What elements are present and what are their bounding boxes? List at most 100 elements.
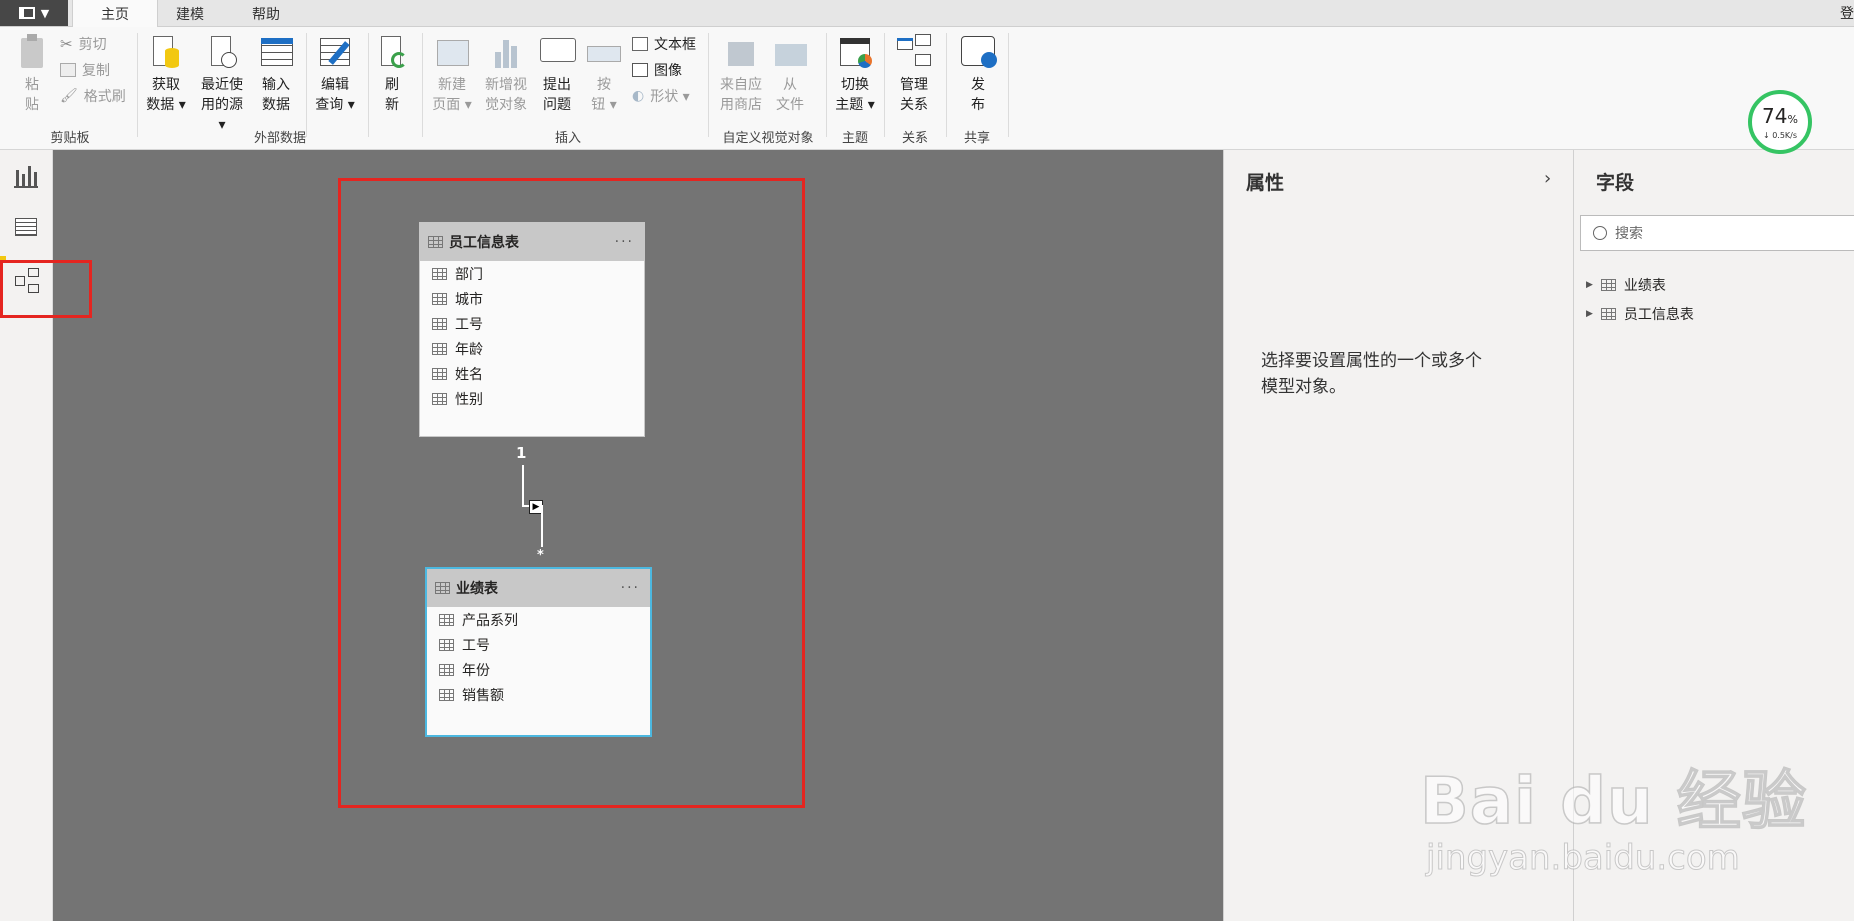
manage-relationships-label-1: 管理: [900, 77, 928, 93]
file-menu-button[interactable]: ▼: [0, 0, 68, 26]
bar-chart-icon: [489, 34, 523, 72]
new-visual-button[interactable]: 新增视 觉对象: [480, 34, 532, 115]
watermark-url: jingyan.baidu.com: [1426, 838, 1741, 879]
ribbon-separator: [946, 33, 947, 137]
enter-data-label-2: 数据: [262, 97, 290, 113]
ribbon-separator: [368, 33, 369, 137]
field-row[interactable]: 部门: [420, 261, 644, 286]
refresh-icon: [375, 34, 409, 72]
relationship-line[interactable]: [522, 465, 524, 507]
field-icon: [432, 267, 447, 280]
table-card-sales[interactable]: 业绩表 ··· 产品系列 工号 年份 销售额: [425, 567, 652, 737]
relationship-line[interactable]: [541, 505, 543, 547]
enter-data-label-1: 输入: [262, 77, 290, 93]
expand-arrow-icon[interactable]: ▶: [1586, 309, 1593, 319]
tab-label: 帮助: [252, 6, 280, 23]
more-options-icon[interactable]: ···: [615, 234, 634, 250]
new-visual-label-2: 觉对象: [485, 97, 527, 113]
table-icon: [1600, 279, 1616, 291]
format-painter-button[interactable]: 🖌 格式刷: [60, 85, 126, 107]
textbox-label: 文本框: [654, 37, 696, 53]
edit-queries-button[interactable]: 编辑 查询 ▾: [312, 34, 358, 115]
get-data-label-2: 数据 ▾: [146, 97, 186, 113]
store-icon: [724, 34, 758, 72]
from-file-button[interactable]: 从 文件: [770, 34, 810, 115]
table-card-employee[interactable]: 员工信息表 ··· 部门 城市 工号 年龄 姓名 性别: [419, 222, 645, 437]
group-label-theme: 主题: [841, 131, 868, 146]
get-data-button[interactable]: 获取 数据 ▾: [144, 34, 188, 115]
copy-label: 复制: [82, 63, 110, 79]
model-canvas[interactable]: 员工信息表 ··· 部门 城市 工号 年龄 姓名 性别 1 ▶ * 业绩表 ··· …: [53, 150, 1223, 921]
sign-in-link[interactable]: 登: [1840, 3, 1854, 23]
field-label: 工号: [455, 316, 483, 333]
field-row[interactable]: 工号: [420, 311, 644, 336]
data-view-icon[interactable]: [15, 218, 37, 236]
field-row[interactable]: 销售额: [427, 682, 650, 707]
recent-sources-button[interactable]: 最近使 用的源 ▾: [196, 34, 248, 135]
switch-theme-button[interactable]: 切换 主题 ▾: [832, 34, 878, 115]
publish-button[interactable]: 发 布: [956, 34, 1000, 115]
cut-button[interactable]: ✂ 剪切: [60, 33, 107, 55]
tab-home[interactable]: 主页: [72, 0, 158, 28]
textbox-button[interactable]: 文本框: [632, 33, 696, 55]
field-icon: [439, 688, 454, 701]
field-label: 产品系列: [462, 612, 518, 629]
field-row[interactable]: 工号: [427, 632, 650, 657]
from-store-button[interactable]: 来自应 用商店: [716, 34, 766, 115]
view-switcher-bar: [0, 150, 92, 921]
recent-sources-icon: [205, 34, 239, 72]
field-row[interactable]: 姓名: [420, 361, 644, 386]
field-table-item[interactable]: ▶ 员工信息表: [1586, 304, 1694, 324]
report-view-icon[interactable]: [14, 164, 38, 188]
table-card-header[interactable]: 员工信息表 ···: [420, 223, 644, 261]
button-insert-label-2: 钮 ▾: [591, 97, 617, 113]
group-label-clipboard: 剪贴板: [50, 131, 90, 146]
image-button[interactable]: 图像: [632, 59, 682, 81]
field-table-item[interactable]: ▶ 业绩表: [1586, 275, 1666, 295]
field-table-label: 业绩表: [1623, 278, 1666, 294]
more-options-icon[interactable]: ···: [621, 580, 640, 596]
field-row[interactable]: 城市: [420, 286, 644, 311]
paste-button[interactable]: 粘 贴: [12, 34, 52, 115]
copy-button[interactable]: 复制: [60, 59, 110, 81]
cardinality-one-label: 1: [516, 444, 527, 462]
field-row[interactable]: 产品系列: [427, 607, 650, 632]
button-insert-button[interactable]: 按 钮 ▾: [584, 34, 624, 115]
expand-arrow-icon[interactable]: ▶: [1586, 280, 1593, 290]
switch-theme-label-2: 主题 ▾: [835, 97, 875, 113]
refresh-button[interactable]: 刷 新: [374, 34, 410, 115]
relationships-icon: [897, 34, 931, 72]
from-file-label-1: 从: [783, 77, 797, 93]
properties-title: 属性: [1246, 172, 1285, 194]
network-speed-widget[interactable]: 74% ↓ 0.5K/s: [1748, 90, 1812, 154]
chevron-down-icon: ▼: [40, 6, 50, 20]
enter-data-button[interactable]: 输入 数据: [256, 34, 296, 115]
field-row[interactable]: 年龄: [420, 336, 644, 361]
textbox-icon: [632, 37, 648, 51]
collapse-chevron-icon[interactable]: ›: [1544, 168, 1551, 189]
tab-modeling[interactable]: 建模: [158, 0, 222, 27]
copy-icon: [60, 63, 76, 77]
table-icon: [259, 34, 293, 72]
tab-help[interactable]: 帮助: [234, 0, 298, 27]
search-input[interactable]: 搜索: [1580, 215, 1854, 251]
paste-label-1: 粘: [25, 77, 39, 93]
shapes-button[interactable]: ◐ 形状 ▾: [632, 85, 690, 107]
highlight-box-model-view: [0, 260, 92, 318]
table-icon: [435, 582, 450, 594]
edit-queries-icon: [318, 34, 352, 72]
manage-relationships-button[interactable]: 管理 关系: [892, 34, 936, 115]
brush-icon: 🖌: [60, 88, 78, 104]
field-row[interactable]: 性别: [420, 386, 644, 411]
speed-rate: ↓ 0.5K/s: [1762, 130, 1798, 140]
ask-question-button[interactable]: 提出 问题: [536, 34, 578, 115]
new-page-button[interactable]: 新建 页面 ▾: [430, 34, 474, 115]
search-placeholder: 搜索: [1615, 226, 1643, 242]
properties-message: 选择要设置属性的一个或多个 模型对象。: [1261, 351, 1482, 397]
field-row[interactable]: 年份: [427, 657, 650, 682]
theme-icon: [838, 34, 872, 72]
table-name: 员工信息表: [449, 235, 519, 251]
field-label: 年龄: [455, 341, 483, 358]
table-card-header[interactable]: 业绩表 ···: [427, 569, 650, 607]
edit-queries-label-1: 编辑: [321, 77, 349, 93]
